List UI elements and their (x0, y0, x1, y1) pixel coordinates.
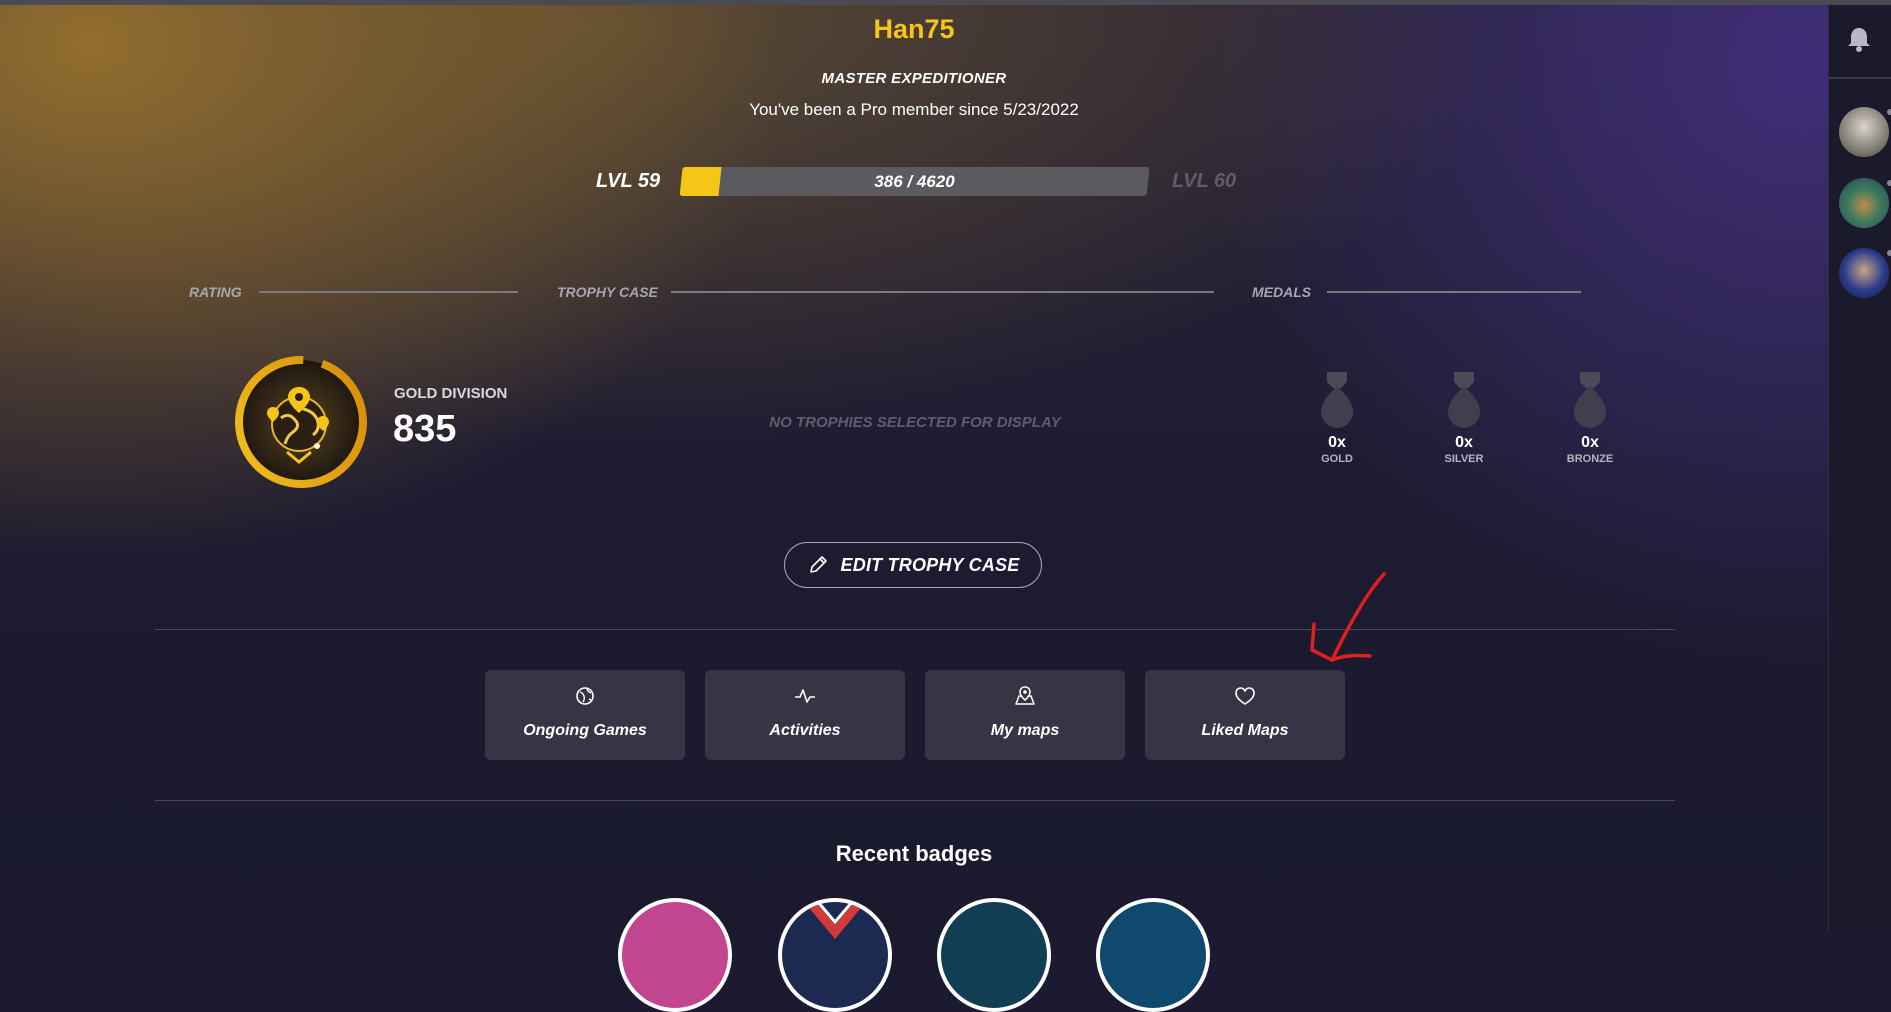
friend-status-dot-1 (1887, 109, 1891, 115)
section-divider-medals (1327, 291, 1581, 293)
next-level: LVL 60 (1172, 170, 1237, 192)
bronze-medal-icon (1574, 372, 1606, 428)
division-emblem (233, 354, 369, 490)
medal-gold: 0x GOLD (1297, 372, 1377, 465)
profile-username: Han75 (873, 14, 955, 44)
edit-trophy-case-button[interactable]: EDIT TROPHY CASE (784, 542, 1042, 588)
tile-activities[interactable]: Activities (705, 670, 905, 760)
medal-silver: 0x SILVER (1424, 372, 1504, 465)
bronze-medal-count: 0x (1581, 434, 1599, 451)
xp-progress-text: 386 / 4620 (874, 172, 955, 191)
profile-title: MASTER EXPEDITIONER (821, 70, 1007, 87)
current-level: LVL 59 (596, 170, 661, 192)
section-label-trophy-case: TROPHY CASE (557, 284, 658, 300)
rating-value: 835 (393, 408, 457, 450)
recent-badge-2[interactable] (778, 898, 892, 1012)
recent-badge-1[interactable] (618, 898, 732, 1012)
notifications-button[interactable] (1845, 25, 1873, 58)
tile-liked-maps-label: Liked Maps (1201, 722, 1289, 739)
medal-bronze: 0x BRONZE (1550, 372, 1630, 465)
silver-medal-count: 0x (1455, 434, 1473, 451)
heart-icon (1235, 687, 1255, 705)
trophy-case-empty-text: NO TROPHIES SELECTED FOR DISPLAY (769, 414, 1061, 431)
tile-my-maps[interactable]: My maps (925, 670, 1125, 760)
red-annotation-arrow (1310, 572, 1386, 662)
silver-medal-icon (1448, 372, 1480, 428)
division-ring-icon (235, 356, 367, 488)
tile-liked-maps[interactable]: Liked Maps (1145, 670, 1345, 760)
friend-status-dot-2 (1887, 180, 1891, 186)
bronze-medal-label: BRONZE (1566, 453, 1614, 465)
friend-avatar-1[interactable] (1839, 107, 1889, 157)
pro-member-since: You've been a Pro member since 5/23/2022 (749, 100, 1079, 119)
friend-avatar-3[interactable] (1839, 248, 1889, 298)
globe-icon (576, 687, 594, 705)
activity-pulse-icon (795, 689, 815, 703)
rating-division-label: GOLD DIVISION (394, 385, 508, 402)
divider-lower (155, 800, 1675, 801)
edit-trophy-case-label: EDIT TROPHY CASE (840, 554, 1020, 575)
gold-medal-icon (1321, 372, 1353, 428)
gold-medal-label: GOLD (1321, 453, 1353, 465)
bell-icon (1848, 28, 1870, 52)
pencil-icon (809, 556, 827, 573)
friend-status-dot-3 (1887, 250, 1891, 256)
section-label-medals: MEDALS (1252, 284, 1312, 300)
recent-badges-title: Recent badges (835, 841, 993, 866)
gold-medal-count: 0x (1328, 434, 1346, 451)
recent-badge-4[interactable] (1096, 898, 1210, 1012)
tile-my-maps-label: My maps (990, 722, 1060, 739)
section-divider-trophy-case (671, 291, 1214, 293)
friend-avatar-2[interactable] (1839, 178, 1889, 228)
recent-badge-3[interactable] (937, 898, 1051, 1012)
section-label-rating: RATING (189, 284, 242, 300)
map-pin-icon (1015, 686, 1035, 705)
silver-medal-label: SILVER (1444, 453, 1484, 465)
tile-ongoing-games[interactable]: Ongoing Games (485, 670, 685, 760)
friends-sidebar (1828, 5, 1891, 932)
tile-ongoing-games-label: Ongoing Games (523, 722, 647, 739)
section-divider-rating (259, 291, 518, 293)
tile-activities-label: Activities (769, 722, 841, 739)
divider-upper (155, 629, 1675, 630)
sidebar-divider (1829, 77, 1891, 79)
